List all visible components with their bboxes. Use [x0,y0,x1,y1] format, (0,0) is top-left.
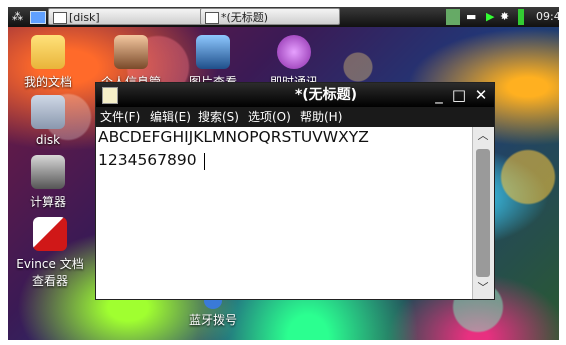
text-caret [204,153,205,170]
vertical-scrollbar[interactable]: ︿ ﹀ [472,127,494,299]
task-button-editor[interactable]: *(无标题) [200,8,340,25]
desktop-icon-disk[interactable]: disk [22,95,74,147]
desktop-icon-label: 计算器 [29,195,66,209]
menu-file[interactable]: 文件(F) [100,107,140,127]
show-desktop-icon[interactable] [30,11,46,24]
desktop-icon-label: disk [35,133,61,147]
image-viewer-icon [196,35,230,69]
menu-help[interactable]: 帮助(H) [300,107,342,127]
scroll-down-icon[interactable]: ﹀ [475,281,491,295]
calculator-icon [31,155,65,189]
network-icon[interactable] [446,9,460,25]
text-line: 1234567890 [98,151,197,169]
minimize-button[interactable]: _ [430,85,448,105]
storage-icon[interactable]: ▬ [466,9,480,25]
battery-icon[interactable] [518,9,524,25]
task-label: [disk] [69,11,100,24]
close-button[interactable]: ✕ [472,85,490,105]
text-editor-window: *(无标题) _ □ ✕ 文件(F) 编辑(E) 搜索(S) 选项(O) 帮助(… [95,82,495,300]
desktop-icon-calculator[interactable]: 计算器 [22,155,74,210]
desktop-icon-evince[interactable]: Evince 文档 查看器 [12,217,88,289]
clock: 09:44 [536,10,559,23]
chat-icon [277,35,311,69]
home-folder-icon [31,35,65,69]
text-area[interactable]: ABCDEFGHIJKLMNOPQRSTUVWXYZ 1234567890 [96,127,472,299]
folder-icon [53,12,67,24]
pdf-viewer-icon [33,217,67,251]
scrollbar-thumb[interactable] [476,149,490,277]
menu-options[interactable]: 选项(O) [248,107,291,127]
task-label: *(无标题) [221,11,269,24]
notepad-icon [102,87,118,104]
window-titlebar[interactable]: *(无标题) _ □ ✕ [96,83,494,107]
desktop-icon-label: 我的文档 [23,75,72,89]
document-icon [205,12,219,24]
desktop-icon-label: Evince 文档 [16,257,84,271]
folder-icon [31,95,65,129]
task-button-disk[interactable]: [disk] [48,8,203,25]
desktop-icon-label: 查看器 [31,274,68,288]
desktop-icon-my-documents[interactable]: 我的文档 [18,35,78,90]
taskbar: ⁂ [disk] *(无标题) ▬ ▶ ✸ 09:44 [8,7,559,27]
brightness-icon[interactable]: ✸ [500,9,509,25]
play-icon[interactable]: ▶ [486,9,494,25]
screen: ⁂ [disk] *(无标题) ▬ ▶ ✸ 09:44 我的文档 个人信息管 图… [8,7,559,340]
menu-search[interactable]: 搜索(S) [198,107,239,127]
menu-edit[interactable]: 编辑(E) [150,107,191,127]
maximize-button[interactable]: □ [450,85,468,105]
text-line: ABCDEFGHIJKLMNOPQRSTUVWXYZ [98,128,369,146]
contacts-icon [114,35,148,69]
scroll-up-icon[interactable]: ︿ [475,129,491,143]
start-menu-icon[interactable]: ⁂ [12,10,25,23]
desktop-icon-label: 蓝牙拨号 [188,313,237,327]
menubar: 文件(F) 编辑(E) 搜索(S) 选项(O) 帮助(H) [96,107,494,127]
